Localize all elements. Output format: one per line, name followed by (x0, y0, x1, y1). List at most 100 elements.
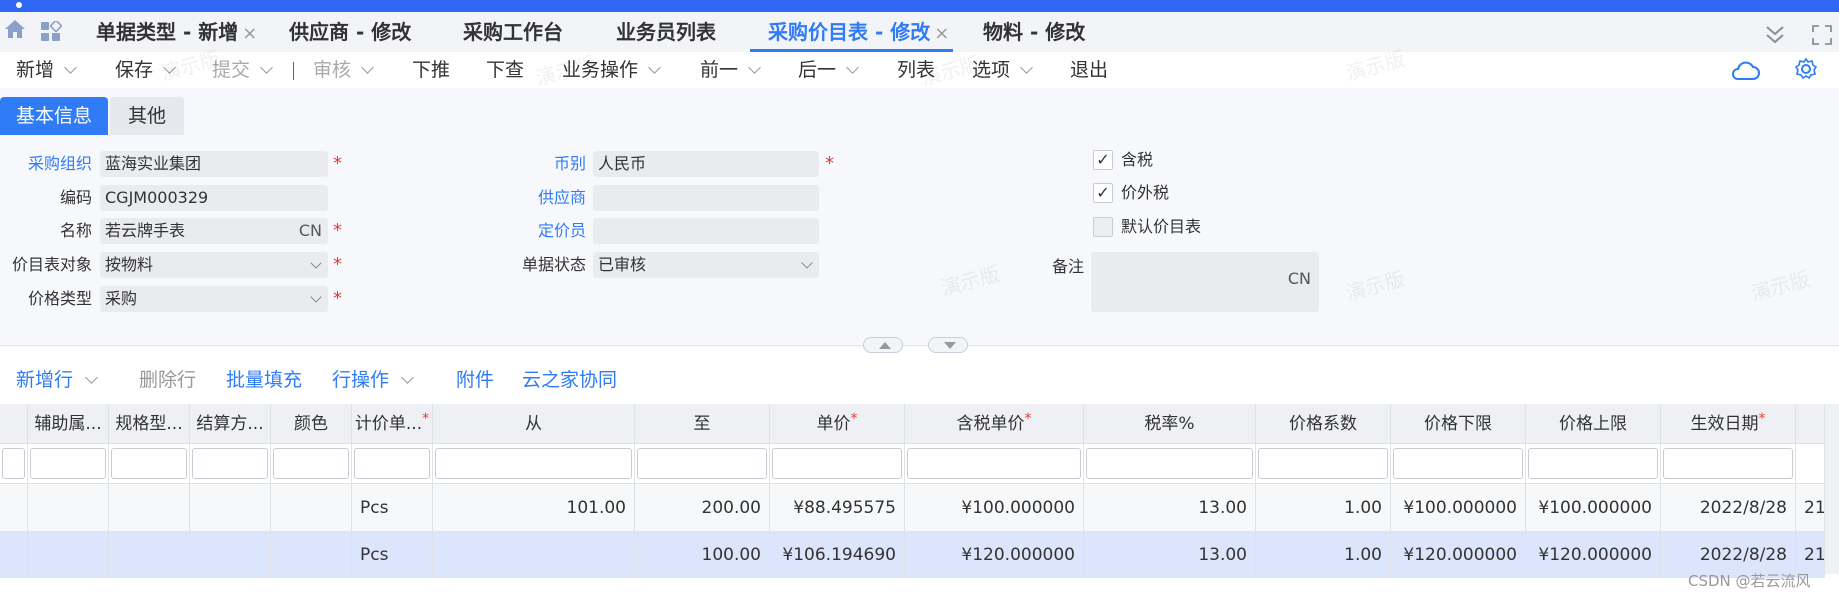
table-cell[interactable] (271, 532, 352, 578)
tab-purchase-workbench[interactable]: 采购工作台 (463, 12, 563, 52)
table-cell[interactable]: ¥120.000000 (1526, 532, 1661, 578)
table-cell[interactable]: 21 (1796, 484, 1825, 532)
next-button[interactable]: 后一 (798, 56, 859, 84)
table-cell[interactable]: 1.00 (1256, 484, 1391, 532)
tab-close-icon[interactable]: × (242, 23, 257, 44)
submit-button[interactable]: 提交 (212, 56, 273, 84)
table-cell[interactable]: ¥120.000000 (905, 532, 1084, 578)
filter-input[interactable] (30, 448, 106, 479)
purchase-org-field[interactable]: 蓝海实业集团 (100, 151, 328, 177)
push-down-button[interactable]: 下推 (412, 56, 450, 84)
attachment-button[interactable]: 附件 (456, 363, 494, 397)
filter-input[interactable] (772, 448, 902, 479)
table-row[interactable]: Pcs 100.00 ¥106.194690 ¥120.000000 13.00 1.00… (0, 532, 1825, 578)
filter-input[interactable] (1528, 448, 1658, 479)
column-header[interactable]: 生效日期* (1661, 404, 1796, 444)
table-cell[interactable] (109, 484, 190, 532)
filter-input[interactable] (435, 448, 632, 479)
apps-icon[interactable] (40, 21, 62, 43)
tab-doc-type-new[interactable]: 单据类型 - 新增 × (96, 12, 257, 52)
column-header[interactable]: 至 (635, 404, 770, 444)
supplier-label[interactable]: 供应商 (500, 185, 586, 211)
table-cell[interactable]: ¥100.000000 (905, 484, 1084, 532)
column-header[interactable]: 价格上限 (1526, 404, 1661, 444)
price-type-select[interactable]: 采购 (100, 286, 328, 312)
delete-row-button[interactable]: 删除行 (139, 363, 196, 397)
list-button[interactable]: 列表 (897, 56, 935, 84)
table-cell[interactable] (28, 484, 109, 532)
purchase-org-label[interactable]: 采购组织 (4, 151, 92, 177)
filter-input[interactable] (354, 448, 430, 479)
filter-input[interactable] (637, 448, 767, 479)
table-cell[interactable]: ¥100.000000 (1526, 484, 1661, 532)
column-header[interactable]: 辅助属... (28, 404, 109, 444)
tax-excluded-checkbox[interactable]: ✓ (1093, 183, 1113, 203)
table-cell[interactable]: ¥106.194690 (770, 532, 905, 578)
table-cell[interactable] (190, 484, 271, 532)
gear-icon[interactable] (1794, 57, 1818, 81)
column-header[interactable]: 价格下限 (1391, 404, 1526, 444)
cloud-icon[interactable] (1730, 60, 1760, 82)
currency-label[interactable]: 币别 (500, 151, 586, 177)
column-header[interactable]: 税率% (1084, 404, 1256, 444)
tab-close-icon[interactable]: × (934, 23, 949, 44)
currency-field[interactable]: 人民币 (593, 151, 819, 177)
business-operations-button[interactable]: 业务操作 (562, 56, 661, 84)
doc-status-select[interactable]: 已审核 (593, 252, 819, 278)
exit-button[interactable]: 退出 (1070, 56, 1108, 84)
memo-textarea[interactable]: CN (1091, 252, 1319, 312)
chevron-double-down-icon[interactable] (1764, 24, 1786, 46)
filter-input[interactable] (111, 448, 187, 479)
language-badge[interactable]: CN (1288, 269, 1311, 288)
filter-input[interactable] (907, 448, 1081, 479)
tab-basic-info[interactable]: 基本信息 (0, 97, 108, 135)
column-header[interactable]: 颜色 (271, 404, 352, 444)
column-header[interactable]: 单价* (770, 404, 905, 444)
column-header[interactable]: 规格型... (109, 404, 190, 444)
table-cell[interactable]: Pcs (352, 532, 433, 578)
options-button[interactable]: 选项 (972, 56, 1033, 84)
column-header[interactable] (0, 404, 28, 444)
column-header[interactable]: 含税单价* (905, 404, 1084, 444)
table-cell[interactable] (0, 532, 28, 578)
table-row[interactable]: Pcs 101.00 200.00 ¥88.495575 ¥100.000000 13.0… (0, 484, 1825, 532)
save-button[interactable]: 保存 (115, 56, 176, 84)
tax-included-checkbox[interactable]: ✓ (1093, 150, 1113, 170)
batch-fill-button[interactable]: 批量填充 (226, 363, 302, 397)
new-button[interactable]: 新增 (16, 56, 77, 84)
table-cell[interactable] (271, 484, 352, 532)
tab-supplier-edit[interactable]: 供应商 - 修改 (289, 12, 411, 52)
table-cell[interactable] (433, 532, 635, 578)
table-cell[interactable]: 13.00 (1084, 484, 1256, 532)
table-cell[interactable]: 1.00 (1256, 532, 1391, 578)
home-icon[interactable] (4, 19, 26, 39)
column-header[interactable] (1796, 404, 1825, 444)
tab-material-edit[interactable]: 物料 - 修改 (983, 12, 1085, 52)
tab-purchase-price-list-edit[interactable]: 采购价目表 - 修改 × (749, 12, 954, 52)
filter-input[interactable] (1258, 448, 1388, 479)
cloud-collaboration-button[interactable]: 云之家协同 (522, 363, 617, 397)
table-cell[interactable]: 200.00 (635, 484, 770, 532)
code-field[interactable]: CGJM000329 (100, 185, 328, 211)
column-header[interactable]: 结算方... (190, 404, 271, 444)
table-cell[interactable]: ¥88.495575 (770, 484, 905, 532)
table-cell[interactable]: 101.00 (433, 484, 635, 532)
table-cell[interactable]: ¥100.000000 (1391, 484, 1526, 532)
filter-input[interactable] (1086, 448, 1253, 479)
supplier-field[interactable] (593, 185, 819, 211)
table-cell[interactable] (109, 532, 190, 578)
query-down-button[interactable]: 下查 (486, 56, 524, 84)
fullscreen-icon[interactable] (1812, 25, 1832, 45)
name-field[interactable]: 若云牌手表 CN (100, 218, 328, 244)
pricer-label[interactable]: 定价员 (500, 218, 586, 244)
column-header[interactable]: 从 (433, 404, 635, 444)
price-object-select[interactable]: 按物料 (100, 252, 328, 278)
add-row-button[interactable]: 新增行 (16, 363, 98, 397)
audit-button[interactable]: 审核 (313, 56, 374, 84)
table-cell[interactable]: Pcs (352, 484, 433, 532)
table-cell[interactable] (190, 532, 271, 578)
filter-input[interactable] (2, 448, 25, 479)
filter-input[interactable] (192, 448, 268, 479)
table-cell[interactable]: ¥120.000000 (1391, 532, 1526, 578)
row-operations-button[interactable]: 行操作 (332, 363, 414, 397)
